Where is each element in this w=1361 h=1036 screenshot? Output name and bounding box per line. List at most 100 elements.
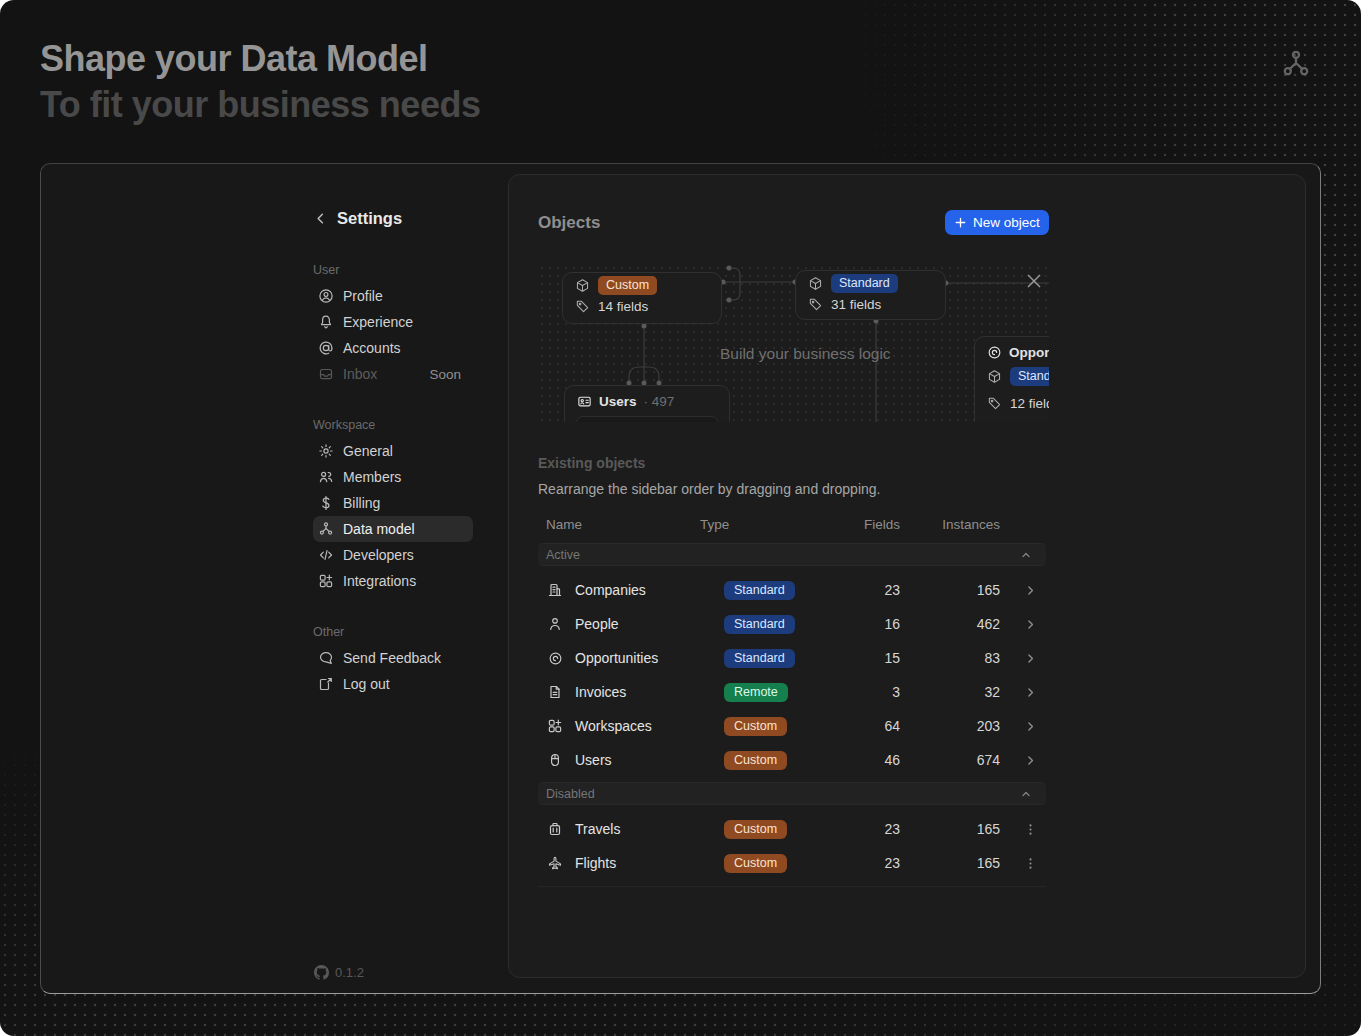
object-row-flights[interactable]: Flights Custom 23 165	[538, 846, 1046, 880]
group-header-active[interactable]: Active	[538, 543, 1046, 566]
gear-icon	[318, 443, 334, 459]
instances-count: 674	[900, 752, 1000, 768]
diagram-card-users[interactable]: Users· 497	[564, 385, 730, 422]
capsule-icon	[547, 752, 563, 768]
existing-objects-description: Rearrange the sidebar order by dragging …	[538, 481, 880, 497]
instances-count: 165	[900, 582, 1000, 598]
objects-table: Name Type Fields InstancesActive Compani…	[538, 510, 1046, 887]
sidebar-section-user: User Profile ExperienceAccountsInboxSoon	[313, 264, 489, 387]
tag-icon	[575, 299, 590, 314]
sidebar-item-billing[interactable]: Billing	[313, 490, 473, 516]
fields-count: 15	[830, 650, 900, 666]
fields-count: 3	[830, 684, 900, 700]
type-badge: Standard	[831, 274, 898, 293]
sidebar-item-general[interactable]: General	[313, 438, 473, 464]
sidebar-item-developers[interactable]: Developers	[313, 542, 473, 568]
sidebar-item-profile[interactable]: Profile	[313, 283, 473, 309]
row-menu-icon[interactable]	[1023, 822, 1038, 837]
fields-count: 12 fields	[1010, 396, 1049, 411]
users-card-title: Users	[599, 394, 637, 409]
type-badge: Custom	[724, 717, 787, 736]
settings-header[interactable]: Settings	[313, 208, 489, 228]
sidebar-item-experience[interactable]: Experience	[313, 309, 473, 335]
object-row-invoices[interactable]: Invoices Remote 3 32	[538, 675, 1046, 709]
type-badge: Remote	[724, 683, 788, 702]
object-row-travels[interactable]: Travels Custom 23 165	[538, 812, 1046, 846]
members-icon	[318, 469, 334, 485]
object-row-users[interactable]: Users Custom 46 674	[538, 743, 1046, 777]
object-row-opportunities[interactable]: Opportunities Standard 15 83	[538, 641, 1046, 675]
plus-icon	[954, 216, 967, 229]
settings-window: Settings UserProfileExperienceAccountsIn…	[40, 163, 1321, 994]
object-name: Workspaces	[575, 718, 652, 734]
settings-title: Settings	[337, 209, 402, 228]
github-icon	[314, 965, 329, 980]
settings-sidebar: Settings UserProfileExperienceAccountsIn…	[313, 208, 489, 697]
sidebar-item-data-model[interactable]: Data model	[313, 516, 473, 542]
instances-count: 32	[900, 684, 1000, 700]
sidebar-item-inbox[interactable]: InboxSoon	[313, 361, 473, 387]
chevron-right-icon[interactable]	[1023, 719, 1038, 734]
code-icon	[318, 547, 334, 563]
chevron-right-icon[interactable]	[1023, 583, 1038, 598]
chevron-up-icon[interactable]	[1019, 787, 1033, 801]
cube-icon	[808, 276, 823, 291]
sidebar-section-label: Workspace	[313, 419, 489, 431]
sidebar-item-label: Log out	[343, 676, 390, 692]
sidebar-item-members[interactable]: Members	[313, 464, 473, 490]
new-object-label: New object	[973, 215, 1040, 230]
sidebar-item-log-out[interactable]: Log out	[313, 671, 473, 697]
objects-panel: Objects New object	[508, 174, 1306, 978]
group-header-disabled[interactable]: Disabled	[538, 782, 1046, 805]
chevron-right-icon[interactable]	[1023, 651, 1038, 666]
sidebar-item-integrations[interactable]: Integrations	[313, 568, 473, 594]
grid-plus-icon	[547, 718, 563, 734]
chevron-right-icon[interactable]	[1023, 685, 1038, 700]
object-row-workspaces[interactable]: Workspaces Custom 64 203	[538, 709, 1046, 743]
page-subtitle: To fit your business needs	[40, 82, 480, 128]
chevron-right-icon[interactable]	[1023, 753, 1038, 768]
inbox-icon	[318, 366, 334, 382]
page: Shape your Data Model To fit your busine…	[0, 0, 1361, 1036]
hero: Shape your Data Model To fit your busine…	[40, 36, 480, 128]
dollar-icon	[318, 495, 334, 511]
object-name: Flights	[575, 855, 616, 871]
sidebar-section-label: Other	[313, 626, 489, 638]
diagram-card-opportunities[interactable]: Opportunities Standard 12 fields	[974, 336, 1049, 422]
object-name: Travels	[575, 821, 620, 837]
sidebar-item-label: Members	[343, 469, 401, 485]
person-icon	[547, 616, 563, 632]
back-chevron-icon[interactable]	[313, 211, 328, 226]
row-menu-icon[interactable]	[1023, 856, 1038, 871]
fields-count: 31 fields	[831, 297, 881, 312]
target-icon	[987, 345, 1002, 360]
type-badge: Custom	[724, 751, 787, 770]
diagram-card-custom[interactable]: Custom 14 fields	[562, 272, 722, 324]
sidebar-section-label: User	[313, 264, 489, 276]
sidebar-item-send-feedback[interactable]: Send Feedback	[313, 645, 473, 671]
group-label: Disabled	[546, 787, 595, 801]
tag-icon	[808, 297, 823, 312]
object-row-companies[interactable]: Companies Standard 23 165	[538, 573, 1046, 607]
chevron-up-icon[interactable]	[1019, 548, 1033, 562]
sidebar-item-accounts[interactable]: Accounts	[313, 335, 473, 361]
chevron-right-icon[interactable]	[1023, 617, 1038, 632]
fields-count: 23	[830, 855, 900, 871]
opportunities-card-title: Opportunities	[1009, 345, 1049, 360]
object-row-people[interactable]: People Standard 16 462	[538, 607, 1046, 641]
bell-icon	[318, 314, 334, 330]
fields-count: 16	[830, 616, 900, 632]
sidebar-section-other: Other Send Feedback Log out	[313, 626, 489, 697]
type-badge: Custom	[724, 854, 787, 873]
instances-count: 165	[900, 821, 1000, 837]
object-name: Invoices	[575, 684, 626, 700]
data-model-diagram: Custom 14 fields Standard 31 fields User…	[538, 264, 1049, 422]
column-header-name: Name	[538, 517, 700, 532]
sidebar-item-label: Developers	[343, 547, 414, 563]
sidebar-item-label: Profile	[343, 288, 383, 304]
cube-icon	[575, 278, 590, 293]
target-icon	[547, 651, 563, 666]
new-object-button[interactable]: New object	[945, 210, 1049, 235]
suitcase-icon	[547, 821, 563, 837]
diagram-card-standard[interactable]: Standard 31 fields	[795, 270, 946, 320]
